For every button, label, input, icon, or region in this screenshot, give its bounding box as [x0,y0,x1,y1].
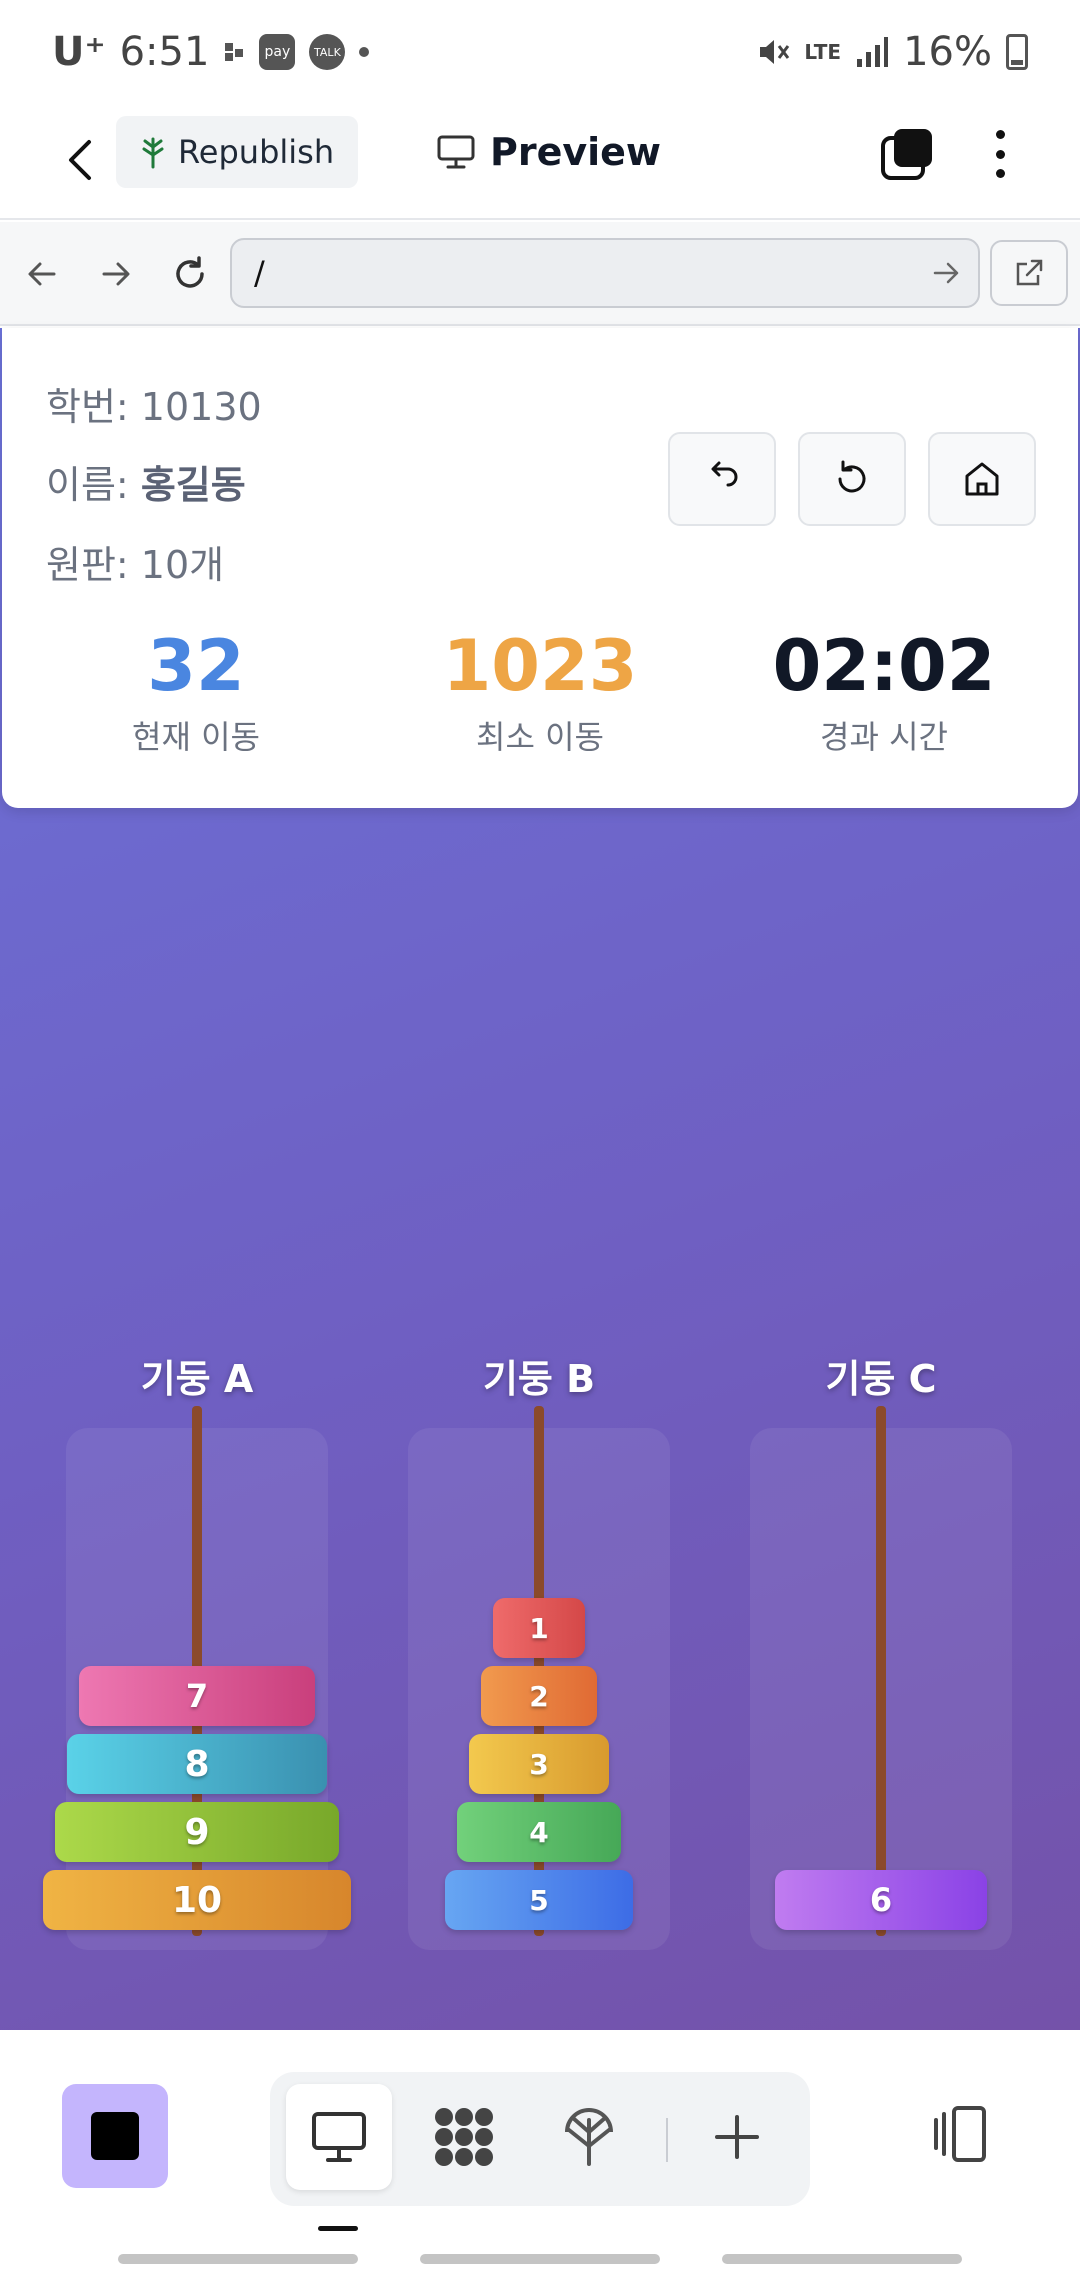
grid-blob-icon [435,2108,493,2166]
gesture-bar-center [420,2254,660,2264]
preview-label: Preview [490,130,662,174]
disk-10[interactable]: 10 [43,1870,351,1930]
tool-divider [666,2118,668,2162]
preview-button[interactable]: Preview [436,116,661,188]
url-text: / [254,254,265,292]
disk-3[interactable]: 3 [469,1734,609,1794]
current-moves-value: 32 [147,625,245,707]
bottom-toolbar [0,2030,1080,2280]
tabs-icon[interactable] [880,126,936,182]
external-link-icon [1016,259,1043,286]
player-name: 이름: 홍길동 [46,454,246,509]
app-header: Republish Preview [0,100,1080,220]
browser-back-button[interactable] [14,246,70,302]
status-left: U⁺ 6:51 pay TALK [52,24,370,80]
min-moves-label: 최소 이동 [476,718,604,756]
gesture-bar-left [118,2254,358,2264]
peg-label: 기둥 A [140,1357,254,1401]
monitor-icon [312,2112,366,2162]
tree-icon [565,2108,613,2166]
disk-7[interactable]: 7 [79,1666,315,1726]
go-arrow-icon[interactable] [930,256,964,290]
home-button[interactable] [928,432,1036,526]
plus-icon [715,2115,759,2159]
disk-6[interactable]: 6 [775,1870,987,1930]
reset-button[interactable] [798,432,906,526]
undo-button[interactable] [668,432,776,526]
notification-icon [225,43,244,61]
browser-toolbar: / [0,222,1080,326]
more-options-icon[interactable] [980,126,1020,182]
url-input[interactable]: / [230,238,980,308]
open-external-button[interactable] [990,240,1068,306]
peg-a[interactable]: 기둥 A 7 8 9 10 [43,1348,351,1958]
info-card: 학번: 10130 이름: 홍길동 원판: 10개 32 현재 이동 1023 … [2,328,1078,808]
network-type: LTE [804,40,842,64]
publish-tree-button[interactable] [536,2084,642,2190]
arrow-right-icon [102,262,130,286]
republish-label: Republish [178,133,335,171]
name-label: 이름: [46,463,141,507]
browser-reload-button[interactable] [162,246,218,302]
desktop-view-button[interactable] [286,2084,392,2190]
side-panel-icon[interactable] [930,2102,994,2166]
disk-count: 원판: 10개 [46,543,225,587]
clock: 6:51 [119,29,210,75]
current-moves-label: 현재 이동 [132,718,260,756]
stat-elapsed-time: 02:02 경과 시간 [734,628,1034,758]
home-icon [965,462,999,496]
disk-8[interactable]: 8 [67,1734,327,1794]
mute-icon [760,40,790,64]
disk-9[interactable]: 9 [55,1802,339,1862]
elapsed-time-value: 02:02 [772,625,996,707]
min-moves-value: 1023 [442,625,638,707]
more-notifications-dot [359,47,370,57]
peg-label: 기둥 C [825,1357,937,1401]
components-button[interactable] [411,2084,517,2190]
active-tab-indicator [318,2226,358,2231]
stat-current-moves: 32 현재 이동 [46,628,346,758]
peg-rod [876,1406,886,1936]
reload-icon [176,256,204,288]
name-value: 홍길동 [140,463,246,507]
disk-1[interactable]: 1 [493,1598,585,1658]
peg-b[interactable]: 기둥 B 1 2 3 4 5 [408,1348,670,1958]
peg-c[interactable]: 기둥 C 6 [750,1348,1012,1958]
disk-2[interactable]: 2 [481,1666,597,1726]
disk-4[interactable]: 4 [457,1802,621,1862]
signal-icon [857,37,889,67]
battery-icon [1006,34,1028,70]
student-id: 학번: 10130 [46,385,262,429]
add-button[interactable] [684,2084,790,2190]
stat-min-moves: 1023 최소 이동 [390,628,690,758]
peg-label: 기둥 B [482,1357,596,1401]
pay-app-icon: pay [259,34,296,70]
status-right: LTE 16% [756,24,1028,80]
gesture-bar-right [722,2254,962,2264]
republish-button[interactable]: Republish [116,116,358,188]
elapsed-time-label: 경과 시간 [820,718,948,756]
avatar[interactable] [62,2084,168,2188]
monitor-icon [437,135,475,169]
game-area: 학번: 10130 이름: 홍길동 원판: 10개 32 현재 이동 1023 … [0,328,1080,2030]
status-bar: U⁺ 6:51 pay TALK LTE 16% [0,0,1080,100]
back-button[interactable] [50,130,110,190]
undo-icon [711,461,738,487]
disk-5[interactable]: 5 [445,1870,633,1930]
reset-icon [838,460,866,493]
battery-percent: 16% [903,29,992,75]
talk-app-icon: TALK [309,34,346,70]
chevron-left-icon [69,140,91,180]
browser-forward-button[interactable] [88,246,144,302]
carrier-label: U⁺ [52,29,106,75]
tool-group [270,2072,810,2206]
tree-icon [142,137,164,169]
arrow-left-icon [28,262,56,286]
